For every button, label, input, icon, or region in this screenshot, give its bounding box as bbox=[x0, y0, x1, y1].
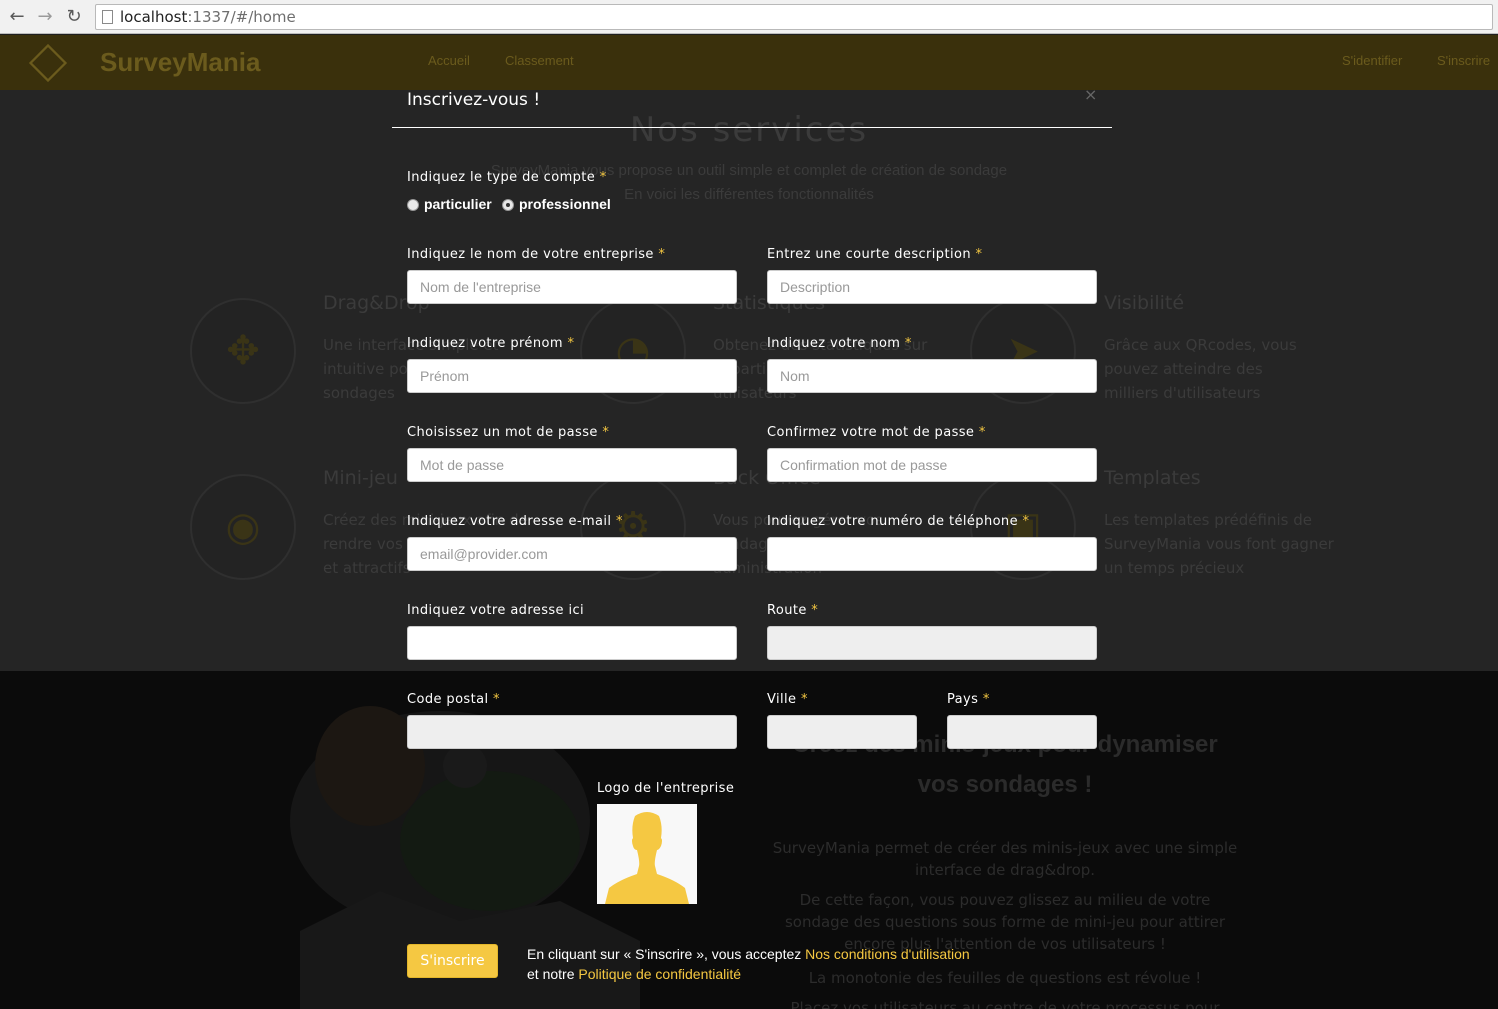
lastname-input[interactable] bbox=[767, 359, 1097, 393]
password-label: Choisissez un mot de passe * bbox=[407, 425, 610, 440]
phone-input[interactable] bbox=[767, 537, 1097, 571]
terms-text: En cliquant sur « S'inscrire », vous acc… bbox=[527, 946, 970, 962]
firstname-input[interactable] bbox=[407, 359, 737, 393]
country-input bbox=[947, 715, 1097, 749]
back-icon[interactable]: ← bbox=[6, 6, 28, 28]
address-label: Indiquez votre adresse ici bbox=[407, 603, 585, 618]
browser-toolbar: ← → ↻ localhost:1337/#/home bbox=[0, 0, 1498, 34]
reload-icon[interactable]: ↻ bbox=[63, 6, 85, 28]
address-bar[interactable]: localhost:1337/#/home bbox=[95, 4, 1493, 30]
terms-link[interactable]: Nos conditions d'utilisation bbox=[805, 946, 970, 962]
account-type-label: Indiquez le type de compte * bbox=[407, 170, 607, 185]
svc-text-templates: Les templates prédéfinis de SurveyMania … bbox=[1104, 511, 1334, 577]
phone-label: Indiquez votre numéro de téléphone * bbox=[767, 514, 1030, 529]
company-label: Indiquez le nom de votre entreprise * bbox=[407, 247, 666, 262]
svc-title-minigame: Mini-jeu bbox=[323, 467, 398, 489]
svc-title-visibility: Visibilité bbox=[1104, 292, 1185, 314]
brand-logo-icon bbox=[28, 43, 68, 83]
description-label: Entrez une courte description * bbox=[767, 247, 983, 262]
address-input[interactable] bbox=[407, 626, 737, 660]
postal-code-label: Code postal * bbox=[407, 692, 500, 707]
modal-divider bbox=[392, 127, 1112, 128]
signup-submit-button[interactable]: S'inscrire bbox=[407, 944, 498, 978]
signup-modal: Inscrivez-vous ! × Indiquez le type de c… bbox=[392, 35, 1112, 1009]
logo-label: Logo de l'entreprise bbox=[597, 781, 735, 796]
city-label: Ville * bbox=[767, 692, 808, 707]
svc-title-templates: Templates bbox=[1104, 467, 1201, 489]
radio-particulier[interactable] bbox=[407, 199, 419, 211]
lastname-label: Indiquez votre nom * bbox=[767, 336, 912, 351]
firstname-label: Indiquez votre prénom * bbox=[407, 336, 575, 351]
company-logo-upload[interactable] bbox=[597, 804, 697, 904]
close-icon[interactable]: × bbox=[1084, 85, 1097, 104]
description-input[interactable] bbox=[767, 270, 1097, 304]
url-text: localhost:1337/#/home bbox=[120, 8, 296, 26]
modal-title: Inscrivez-vous ! bbox=[407, 90, 541, 110]
avatar-placeholder-icon bbox=[597, 804, 697, 904]
privacy-text: et notre Politique de confidentialité bbox=[527, 966, 742, 982]
route-input bbox=[767, 626, 1097, 660]
forward-icon[interactable]: → bbox=[34, 6, 56, 28]
gamepad-icon: ◉ bbox=[225, 504, 261, 550]
radio-professionnel[interactable] bbox=[502, 199, 514, 211]
radio-professionnel-label[interactable]: professionnel bbox=[519, 196, 611, 212]
nav-signup: S'inscrire bbox=[1437, 53, 1491, 68]
email-input[interactable] bbox=[407, 537, 737, 571]
move-icon: ✥ bbox=[226, 328, 260, 374]
radio-particulier-label[interactable]: particulier bbox=[424, 196, 492, 212]
company-input[interactable] bbox=[407, 270, 737, 304]
country-label: Pays * bbox=[947, 692, 990, 707]
svc-text-visibility: Grâce aux QRcodes, vous pouvez atteindre… bbox=[1104, 336, 1297, 402]
city-input bbox=[767, 715, 917, 749]
brand-name: SurveyMania bbox=[100, 47, 261, 77]
minigame-circle: ◉ bbox=[190, 474, 296, 580]
confirm-password-input[interactable] bbox=[767, 448, 1097, 482]
confirm-password-label: Confirmez votre mot de passe * bbox=[767, 425, 986, 440]
privacy-link[interactable]: Politique de confidentialité bbox=[578, 966, 741, 982]
email-label: Indiquez votre adresse e-mail * bbox=[407, 514, 623, 529]
route-label: Route * bbox=[767, 603, 819, 618]
postal-code-input bbox=[407, 715, 737, 749]
page-icon bbox=[102, 10, 113, 24]
password-input[interactable] bbox=[407, 448, 737, 482]
nav-login: S'identifier bbox=[1342, 53, 1403, 68]
dragdrop-circle: ✥ bbox=[190, 298, 296, 404]
